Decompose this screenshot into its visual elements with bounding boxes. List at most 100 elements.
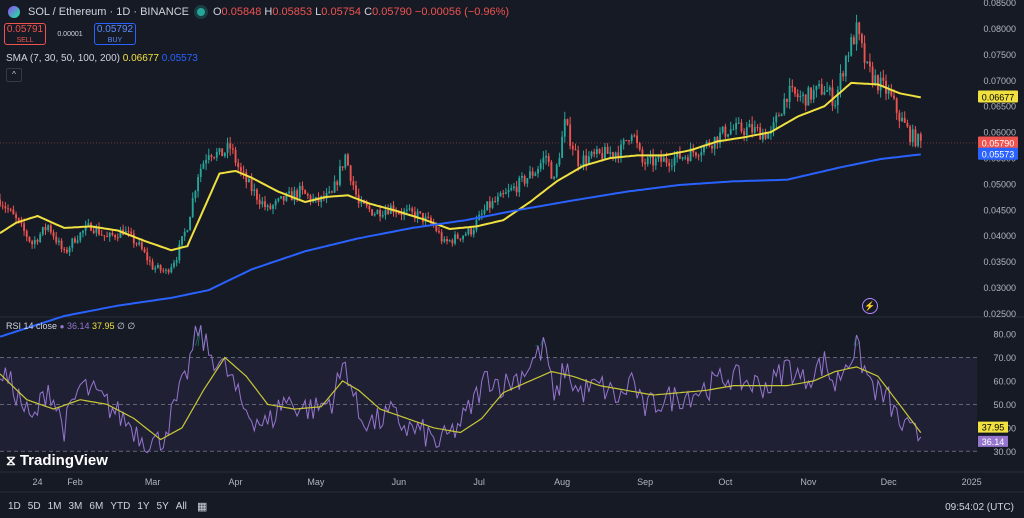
- candle-body: [135, 243, 138, 245]
- candle-body: [237, 162, 240, 168]
- candle-body: [52, 232, 55, 237]
- candle: [464, 231, 467, 237]
- candle-body: [882, 77, 885, 81]
- candle: [264, 196, 266, 211]
- candle: [183, 228, 186, 241]
- candle: [395, 207, 398, 218]
- calendar-icon[interactable]: ▦: [197, 500, 207, 513]
- candle: [199, 164, 202, 183]
- candle-body: [622, 139, 625, 145]
- rsi-settings-icon[interactable]: ●: [60, 322, 65, 331]
- candle: [274, 198, 277, 210]
- candle-body: [387, 210, 390, 214]
- rsi-legend[interactable]: RSI 14 close ● 36.14 37.95 ∅ ∅: [6, 321, 135, 332]
- candle: [31, 239, 34, 249]
- candle: [807, 85, 810, 106]
- candle-body: [852, 37, 855, 45]
- candle: [165, 268, 167, 274]
- candle-body: [612, 152, 614, 157]
- timeframe-all[interactable]: All: [176, 501, 187, 512]
- candle-body: [384, 210, 387, 216]
- time-tick-label: Feb: [67, 477, 83, 487]
- candle-body: [379, 209, 382, 217]
- candle-body: [510, 188, 513, 190]
- candle-body: [194, 191, 197, 199]
- candle-body: [395, 212, 398, 214]
- candle-body: [834, 105, 837, 107]
- timeframe-6m[interactable]: 6M: [89, 501, 103, 512]
- candle: [660, 150, 663, 167]
- candle: [617, 145, 620, 164]
- candle: [887, 84, 890, 100]
- clock[interactable]: 09:54:02 (UTC): [945, 502, 1014, 513]
- candle: [917, 133, 920, 148]
- rsi-ma-value: 37.95: [91, 321, 115, 331]
- candle-body: [593, 151, 596, 154]
- candle: [909, 124, 912, 146]
- candle-body: [368, 205, 371, 210]
- candle-body: [836, 89, 839, 106]
- candle: [167, 268, 170, 275]
- candle-body: [737, 122, 740, 124]
- candle-body: [336, 181, 339, 185]
- rsi-tick-label: 70.00: [993, 353, 1016, 363]
- candle: [234, 146, 237, 167]
- candle: [612, 151, 614, 161]
- timeframe-5d[interactable]: 5D: [28, 501, 41, 512]
- timeframe-1d[interactable]: 1D: [8, 501, 21, 512]
- candle: [486, 201, 489, 211]
- buy-button[interactable]: 0.05792 BUY: [94, 23, 136, 45]
- candle: [729, 121, 732, 136]
- candle: [499, 191, 502, 197]
- candle-body: [269, 205, 272, 209]
- tradingview-logo: ⧖ TradingView: [6, 452, 108, 469]
- candle-body: [47, 225, 50, 231]
- collapse-legend-icon[interactable]: ^: [6, 68, 22, 82]
- candle: [628, 139, 630, 145]
- candle-body: [264, 201, 266, 208]
- sma-legend[interactable]: SMA (7, 30, 50, 100, 200) 0.06677 0.0557…: [6, 53, 198, 64]
- candle: [392, 201, 395, 217]
- candle-body: [850, 37, 853, 56]
- candle-body: [753, 127, 756, 133]
- candle-body: [860, 34, 863, 44]
- timeframe-1y[interactable]: 1Y: [137, 501, 149, 512]
- sell-button[interactable]: 0.05791 SELL: [4, 23, 46, 45]
- candle-body: [111, 232, 114, 236]
- candle-body: [796, 93, 799, 98]
- candle: [783, 93, 786, 116]
- symbol-title[interactable]: SOL / Ethereum · 1D · BINANCE: [28, 6, 189, 18]
- candle-body: [159, 264, 162, 271]
- candle-body: [256, 189, 258, 200]
- candle-body: [405, 209, 408, 211]
- candle: [440, 229, 443, 245]
- candle-body: [563, 119, 566, 137]
- candle-body: [697, 155, 700, 157]
- candle-body: [499, 193, 502, 197]
- timeframe-5y[interactable]: 5Y: [157, 501, 169, 512]
- candle: [159, 264, 162, 274]
- candle: [290, 187, 293, 201]
- rsi-extra-values: ∅ ∅: [117, 321, 136, 331]
- candle: [175, 256, 178, 267]
- time-tick-label: Jun: [392, 477, 407, 487]
- candle: [63, 247, 66, 254]
- candle-body: [521, 176, 523, 178]
- candle: [330, 190, 333, 194]
- timeframe-3m[interactable]: 3M: [69, 501, 83, 512]
- candle: [223, 152, 226, 158]
- candle: [339, 159, 341, 187]
- timeframe-1m[interactable]: 1M: [48, 501, 62, 512]
- candle-body: [577, 150, 580, 167]
- candle-body: [569, 124, 572, 146]
- candle: [512, 182, 515, 191]
- price-tick-label: 0.02500: [983, 309, 1016, 319]
- chart-canvas[interactable]: 80.0070.0060.0050.0040.0030.0037.9536.14…: [0, 0, 1024, 518]
- timeframe-ytd[interactable]: YTD: [110, 501, 130, 512]
- lightning-icon[interactable]: ⚡: [862, 298, 878, 314]
- candle-body: [504, 192, 507, 194]
- candle: [563, 111, 566, 143]
- candle-body: [108, 232, 111, 237]
- candle: [895, 97, 898, 120]
- candle: [47, 224, 50, 233]
